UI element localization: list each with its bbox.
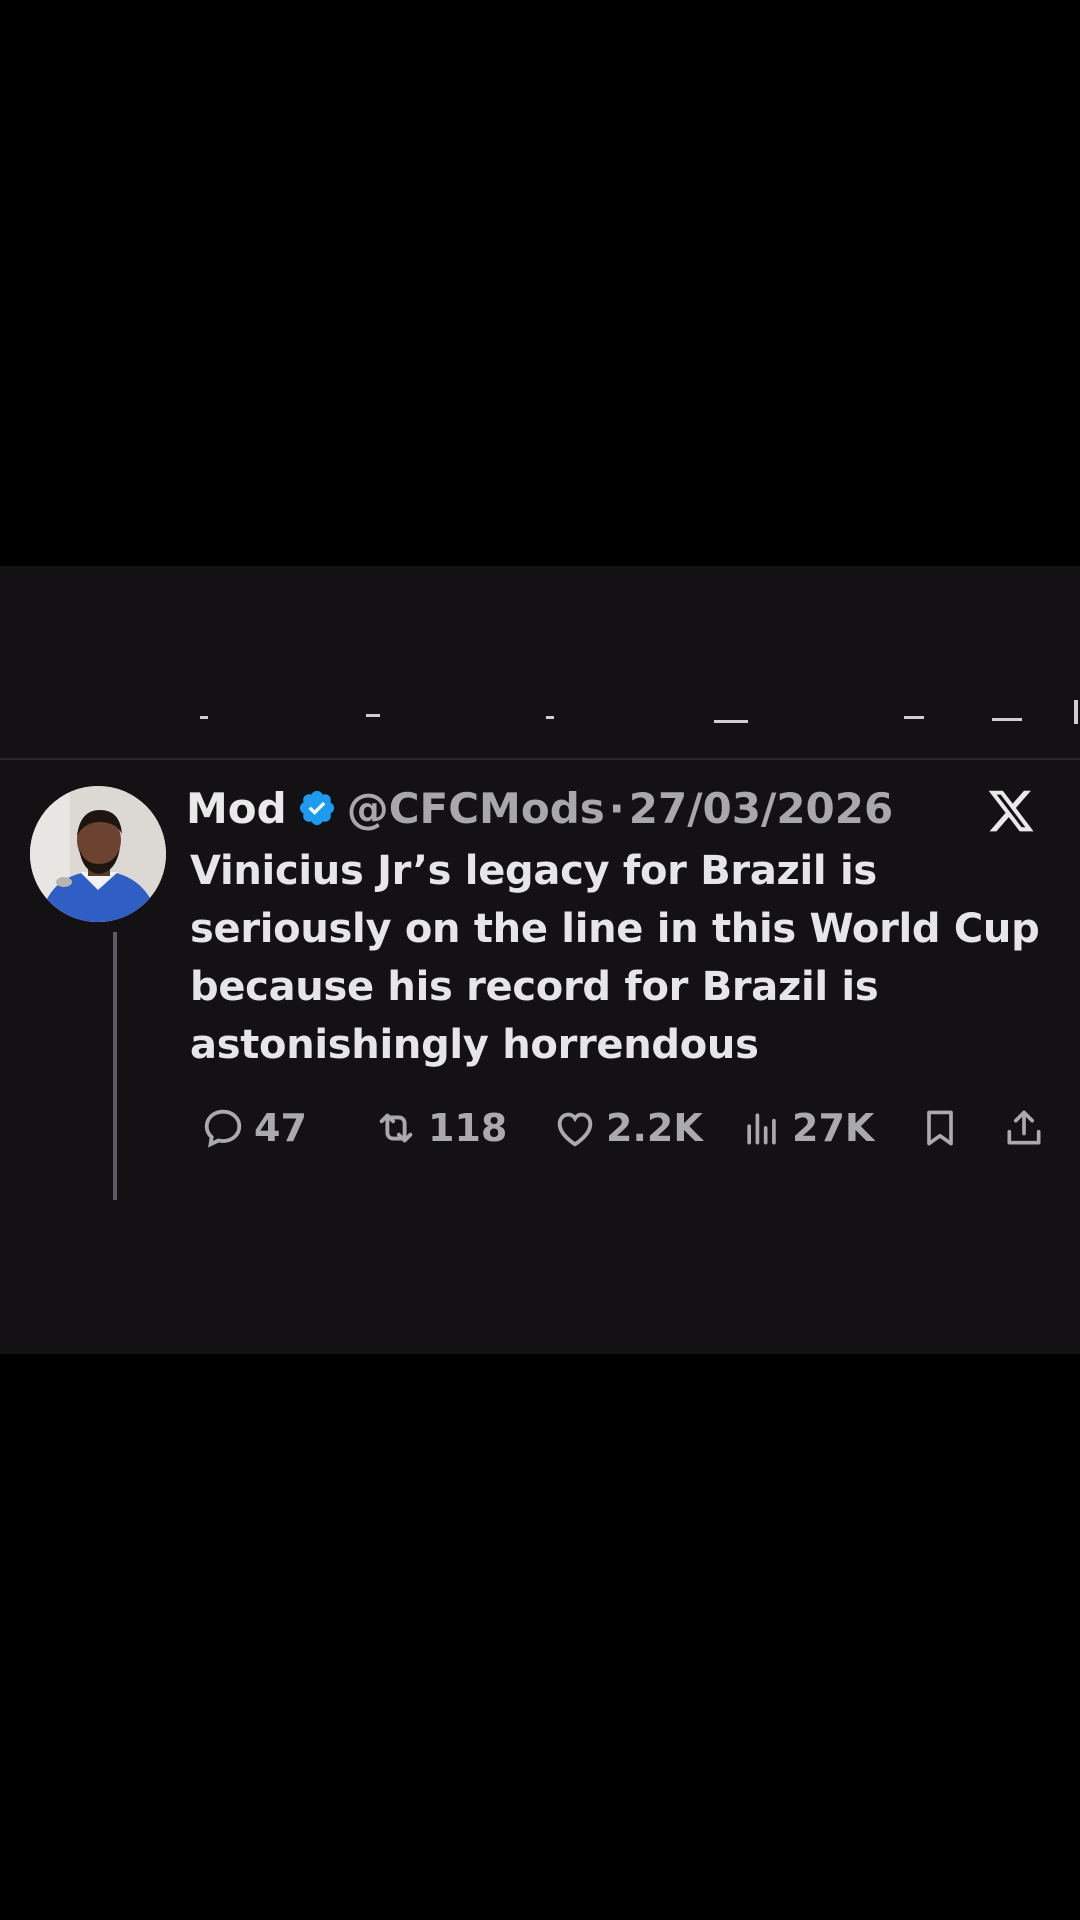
- avatar[interactable]: [30, 786, 166, 922]
- reply-count: 47: [254, 1106, 307, 1150]
- tweet-date[interactable]: 27/03/2026: [629, 784, 893, 833]
- bookmark-icon: [918, 1105, 962, 1151]
- share-icon: [1002, 1105, 1046, 1151]
- cropped-previous-row: [0, 700, 1080, 740]
- tweet-action-bar: 47 118 2.2K 27K: [200, 1098, 1060, 1158]
- x-logo-icon: [986, 786, 1036, 836]
- share-button[interactable]: [1002, 1098, 1046, 1158]
- views-count: 27K: [792, 1106, 875, 1150]
- separator-dot: ·: [608, 783, 625, 833]
- tweet-text: Vinicius Jr’s legacy for Brazil is serio…: [190, 848, 1040, 1068]
- thread-connector-line: [113, 932, 117, 1200]
- views-chart-icon: [740, 1105, 784, 1151]
- repost-count: 118: [428, 1106, 508, 1150]
- views-button[interactable]: 27K: [740, 1098, 874, 1158]
- display-name[interactable]: Mod: [186, 784, 287, 833]
- reply-button[interactable]: 47: [200, 1098, 307, 1158]
- heart-icon: [552, 1105, 598, 1151]
- repost-button[interactable]: 118: [372, 1098, 507, 1158]
- bookmark-button[interactable]: [918, 1098, 962, 1158]
- tweet-header: Mod @CFCMods · 27/03/2026: [186, 776, 893, 840]
- like-count: 2.2K: [606, 1106, 703, 1150]
- reply-icon: [200, 1105, 246, 1151]
- video-frame: Mod @CFCMods · 27/03/2026 Vinicius Jr’s …: [0, 0, 1080, 1920]
- repost-icon: [372, 1105, 420, 1151]
- avatar-image: [30, 786, 166, 922]
- user-handle[interactable]: @CFCMods: [347, 784, 605, 833]
- divider: [0, 758, 1080, 760]
- like-button[interactable]: 2.2K: [552, 1098, 703, 1158]
- verified-badge-icon: [297, 788, 337, 828]
